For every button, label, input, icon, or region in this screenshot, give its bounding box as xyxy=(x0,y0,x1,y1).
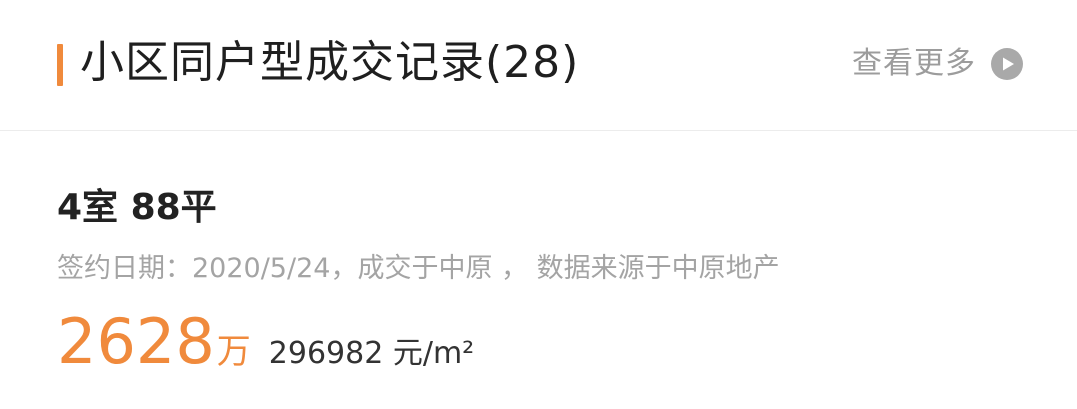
view-more-label: 查看更多 xyxy=(852,46,976,81)
section-title: 小区同户型成交记录(28) xyxy=(80,37,580,88)
transaction-meta: 签约日期：2020/5/24，成交于中原 ， 数据来源于中原地产 xyxy=(57,253,780,284)
unit-price: 296982 元/m² xyxy=(268,336,475,371)
view-more-button[interactable]: 查看更多 xyxy=(852,44,1024,84)
total-price-unit: 万 xyxy=(216,332,251,372)
total-price: 2628 xyxy=(57,305,215,378)
price-row: 2628 万 296982 元/m² xyxy=(57,303,474,381)
play-circle-icon xyxy=(990,47,1024,81)
house-layout: 4室 88平 xyxy=(57,187,217,228)
section-header: 小区同户型成交记录(28) 查看更多 xyxy=(0,0,1077,131)
title-accent-bar xyxy=(57,44,63,86)
